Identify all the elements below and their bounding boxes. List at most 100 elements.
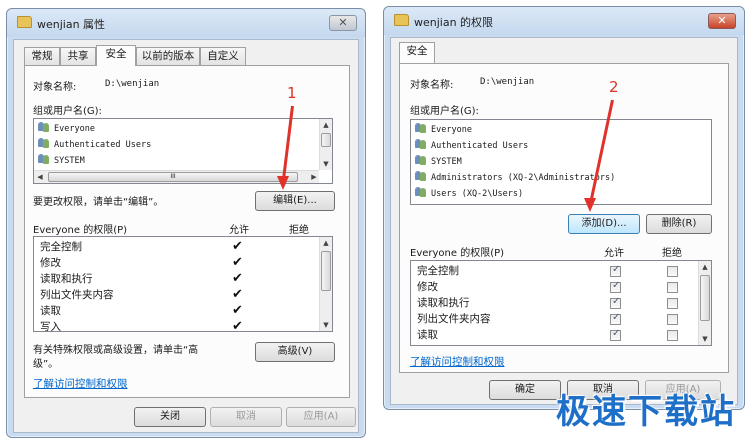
user-list[interactable]: Everyone Authenticated Users SYSTEM Admi…: [410, 119, 712, 205]
permissions-window: wenjian 的权限 ✕ 安全 对象名称: D:\wenjian 组或用户名(…: [383, 6, 745, 410]
change-permissions-hint: 要更改权限，请单击“编辑”。: [33, 197, 164, 208]
scroll-down-icon[interactable]: ▼: [320, 158, 332, 170]
dialog-body: 安全 对象名称: D:\wenjian 组或用户名(G): Everyone A…: [390, 37, 738, 405]
permissions-header: Everyone 的权限(P): [410, 248, 505, 259]
permission-row: 列出文件夹内容: [40, 289, 114, 301]
list-item[interactable]: Administrators (XQ-2\Administrators): [415, 171, 615, 185]
edit-button[interactable]: 编辑(E)...: [255, 191, 335, 211]
allow-checkbox[interactable]: [610, 296, 621, 309]
scroll-left-icon[interactable]: ◀: [34, 171, 46, 183]
allow-check-icon: ✔: [232, 239, 243, 254]
user-group-icon: [415, 155, 427, 165]
learn-access-control-link[interactable]: 了解访问控制和权限: [410, 354, 505, 369]
remove-button[interactable]: 删除(R): [646, 214, 712, 234]
scroll-up-icon[interactable]: ▲: [699, 261, 711, 273]
tab-customize[interactable]: 自定义: [200, 47, 246, 65]
scroll-down-icon[interactable]: ▼: [699, 333, 711, 345]
permissions-list[interactable]: 完全控制 修改 读取和执行 列出文件夹内容 读取 写入 ✔ ✔ ✔ ✔ ✔ ✔ …: [33, 236, 333, 332]
permissions-header: Everyone 的权限(P): [33, 225, 128, 236]
allow-checkbox[interactable]: [610, 328, 621, 341]
allow-checkbox[interactable]: [610, 312, 621, 325]
learn-access-control-link[interactable]: 了解访问控制和权限: [33, 376, 128, 391]
list-item[interactable]: Everyone: [415, 123, 472, 137]
vertical-scrollbar[interactable]: ▲ ▼: [319, 237, 332, 331]
list-item[interactable]: SYSTEM: [38, 154, 85, 168]
advanced-hint-line2: 级”。: [33, 359, 59, 370]
tab-security[interactable]: 安全: [399, 42, 435, 63]
allow-check-icon: ✔: [232, 255, 243, 270]
allow-checkbox[interactable]: [610, 280, 621, 293]
scroll-right-icon[interactable]: ▶: [308, 171, 320, 183]
object-name-label: 对象名称:: [33, 82, 77, 93]
permission-row: 读取: [417, 329, 438, 341]
tab-general[interactable]: 常规: [24, 47, 60, 65]
scroll-down-icon[interactable]: ▼: [320, 319, 332, 331]
cancel-button[interactable]: 取消: [210, 407, 282, 427]
list-item[interactable]: Authenticated Users: [415, 139, 528, 153]
vertical-scrollbar[interactable]: ▲ ▼: [319, 119, 332, 170]
groups-label: 组或用户名(G):: [410, 106, 479, 117]
title-bar[interactable]: wenjian 属性 ✕: [7, 9, 365, 37]
user-group-icon: [415, 187, 427, 197]
tab-security[interactable]: 安全: [96, 45, 136, 66]
tab-previous-versions[interactable]: 以前的版本: [136, 47, 200, 65]
groups-label: 组或用户名(G):: [33, 106, 102, 117]
allow-check-icon: ✔: [232, 287, 243, 302]
allow-check-icon: ✔: [232, 271, 243, 286]
scroll-thumb[interactable]: [321, 251, 331, 291]
scroll-thumb[interactable]: [321, 133, 331, 147]
deny-checkbox[interactable]: [667, 314, 678, 325]
permissions-list[interactable]: 完全控制 修改 读取和执行 列出文件夹内容 读取 ▲ ▼: [410, 260, 712, 346]
deny-checkbox[interactable]: [667, 330, 678, 341]
list-item[interactable]: SYSTEM: [415, 155, 462, 169]
object-name-value: D:\wenjian: [105, 79, 160, 89]
allow-check-icon: ✔: [232, 303, 243, 318]
properties-window: wenjian 属性 ✕ 常规 共享 安全 以前的版本 自定义 对象名称: D:…: [6, 8, 366, 438]
permission-row: 修改: [40, 257, 61, 269]
allow-checkbox[interactable]: [610, 264, 621, 277]
permission-row: 读取和执行: [40, 273, 93, 285]
add-button[interactable]: 添加(D)...: [568, 214, 640, 234]
window-title: wenjian 属性: [37, 18, 106, 31]
user-group-icon: [415, 123, 427, 133]
step-2-arrowhead: [584, 198, 596, 212]
close-window-button[interactable]: ✕: [329, 15, 357, 31]
apply-button[interactable]: 应用(A): [286, 407, 356, 427]
user-group-icon: [415, 171, 427, 181]
vertical-scrollbar[interactable]: ▲ ▼: [698, 261, 711, 345]
user-group-icon: [38, 122, 50, 132]
deny-checkbox[interactable]: [667, 266, 678, 277]
ok-button[interactable]: 确定: [489, 380, 561, 400]
user-group-icon: [415, 139, 427, 149]
step-2-label: 2: [609, 78, 619, 96]
user-group-icon: [38, 138, 50, 148]
advanced-hint-line1: 有关特殊权限或高级设置，请单击“高: [33, 345, 199, 356]
deny-checkbox[interactable]: [667, 282, 678, 293]
hscroll-thumb[interactable]: III: [48, 172, 298, 182]
advanced-button[interactable]: 高级(V): [255, 342, 335, 362]
scroll-up-icon[interactable]: ▲: [320, 119, 332, 131]
allow-column-header: 允许: [229, 225, 249, 236]
permission-row: 列出文件夹内容: [417, 313, 491, 325]
title-bar[interactable]: wenjian 的权限 ✕: [384, 7, 744, 35]
permission-row: 修改: [417, 281, 438, 293]
tab-sharing[interactable]: 共享: [60, 47, 96, 65]
permission-row: 读取: [40, 305, 61, 317]
security-panel: 对象名称: D:\wenjian 组或用户名(G): Everyone Auth…: [24, 65, 350, 398]
permission-row: 完全控制: [40, 241, 82, 253]
list-item[interactable]: Users (XQ-2\Users): [415, 187, 523, 201]
dialog-body: 常规 共享 安全 以前的版本 自定义 对象名称: D:\wenjian 组或用户…: [13, 39, 359, 433]
folder-icon: [394, 14, 409, 26]
permission-row: 写入: [40, 321, 61, 332]
list-item[interactable]: Authenticated Users: [38, 138, 151, 152]
permission-row: 完全控制: [417, 265, 459, 277]
scroll-up-icon[interactable]: ▲: [320, 237, 332, 249]
close-window-button[interactable]: ✕: [708, 13, 736, 29]
deny-checkbox[interactable]: [667, 298, 678, 309]
tab-strip: 常规 共享 安全 以前的版本 自定义: [24, 45, 358, 66]
list-item[interactable]: Everyone: [38, 122, 95, 136]
close-button[interactable]: 关闭: [134, 407, 206, 427]
folder-icon: [17, 16, 32, 28]
allow-check-icon: ✔: [232, 319, 243, 332]
scroll-thumb[interactable]: [700, 275, 710, 321]
